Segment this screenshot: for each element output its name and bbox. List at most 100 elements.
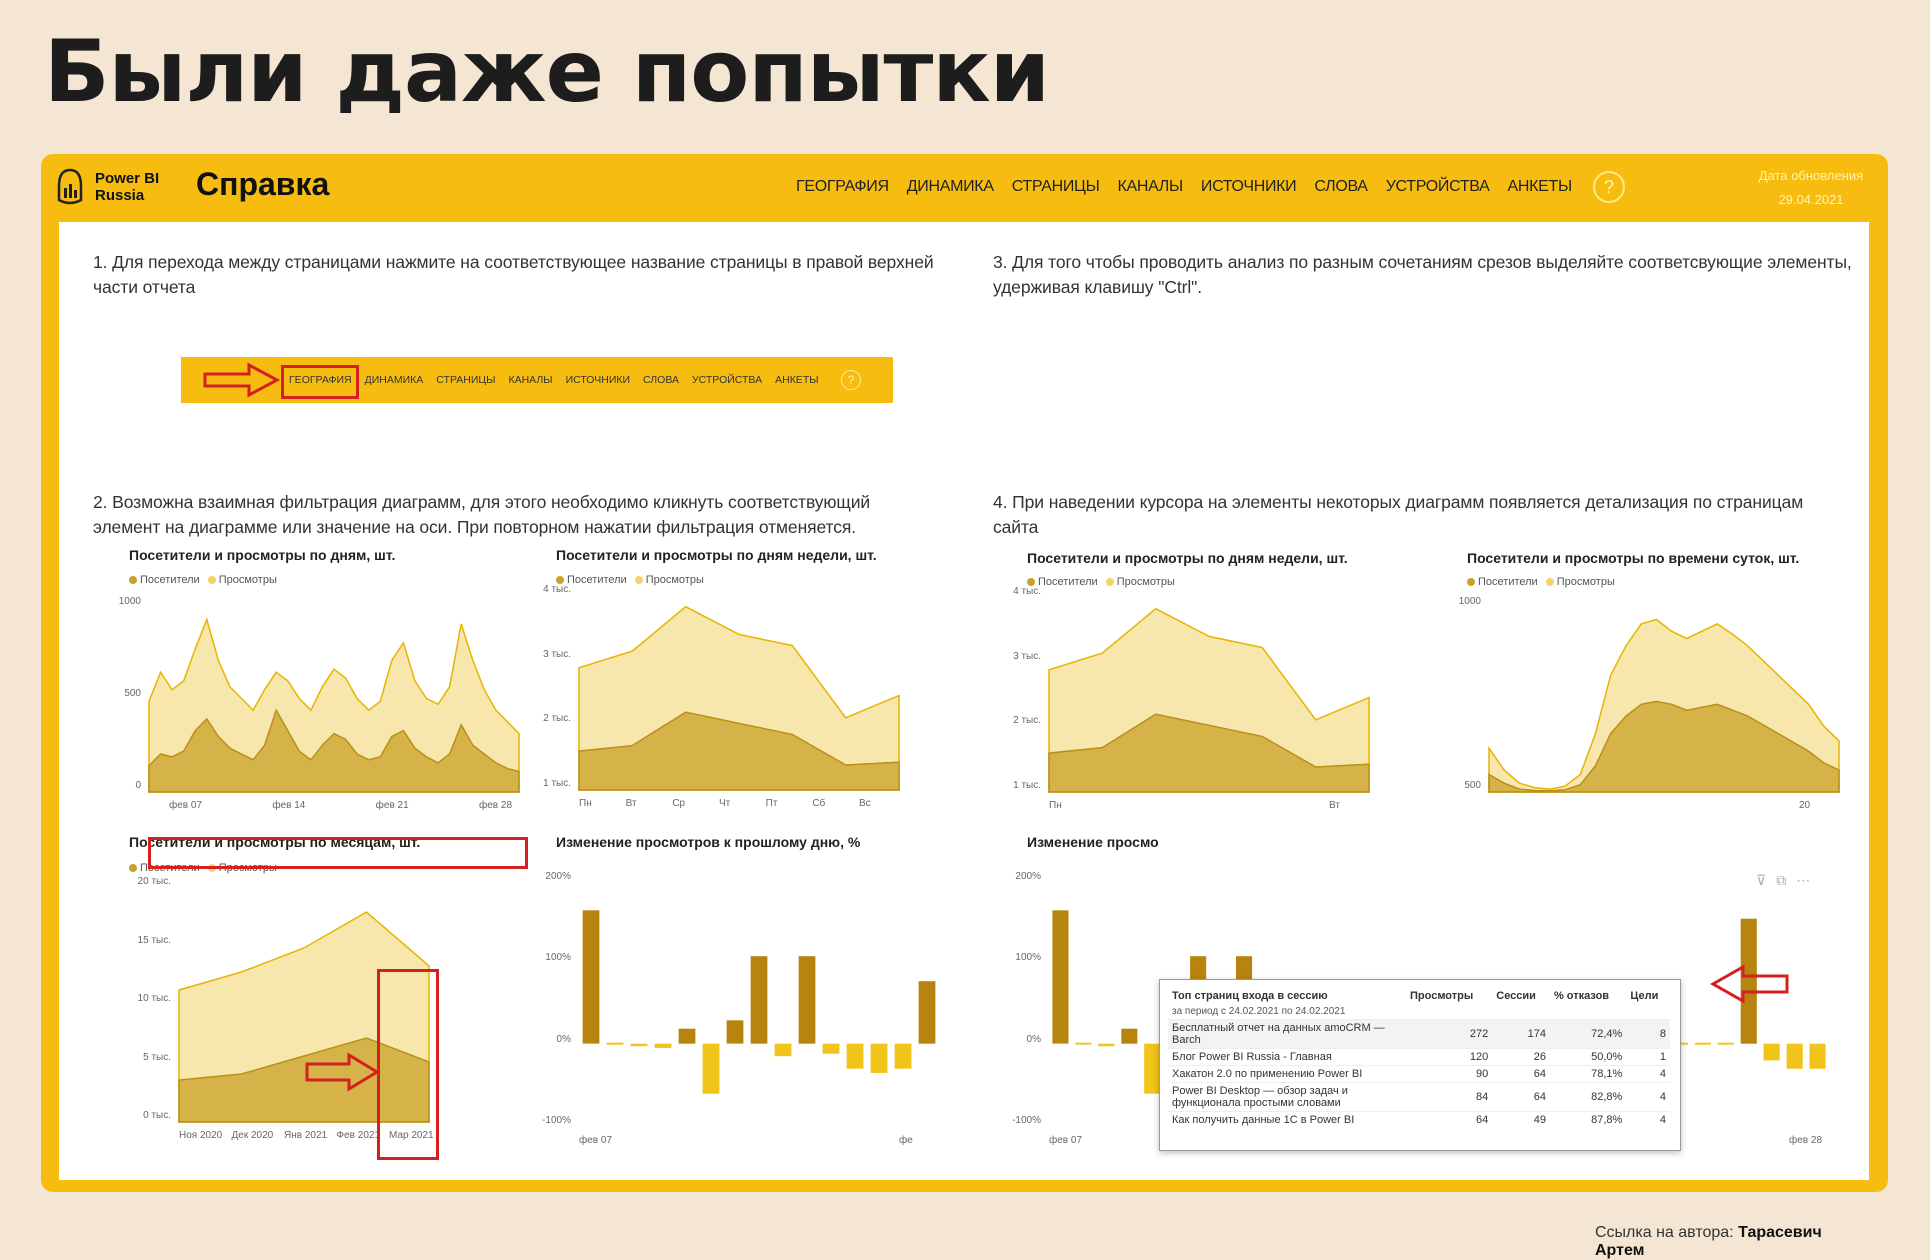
tooltip-page-name: Бесплатный отчет на данных amoCRM — Barc… (1168, 1019, 1406, 1049)
legend-label: Просмотры (1116, 576, 1175, 588)
nav-pages[interactable]: СТРАНИЦЫ (1012, 178, 1100, 196)
x-tick-label: Вт (1329, 800, 1340, 811)
y-tick-label: 2 тыс. (543, 713, 571, 725)
tooltip-value: 174 (1492, 1019, 1550, 1049)
demo-help-icon: ? (841, 370, 861, 390)
chart-title: Посетители и просмотры по времени суток,… (1467, 550, 1800, 566)
logo-text: Power BI Russia (95, 170, 159, 204)
page-tooltip: Топ страниц входа в сессию Просмотры Сес… (1159, 979, 1681, 1151)
x-tick-label: фев 28 (479, 800, 513, 811)
tooltip-value: 87,8% (1549, 1111, 1627, 1128)
x-tick-label: Пт (765, 798, 778, 809)
demo-nav-words: СЛОВА (643, 374, 679, 386)
y-tick-label: 10 тыс. (137, 993, 171, 1004)
x-tick-label: Вс (859, 798, 871, 809)
bar (1809, 1043, 1826, 1069)
tooltip-value: 272 (1406, 1019, 1493, 1049)
chart-3 (582, 910, 936, 1094)
tooltip-row: Как получить данные 1С в Power BI 64 49 87,… (1168, 1111, 1670, 1128)
x-tick-label: фев 07 (1049, 1135, 1083, 1146)
y-tick-label: 4 тыс. (543, 584, 571, 595)
nav-words[interactable]: СЛОВА (1314, 178, 1368, 196)
x-tick-label: фев 07 (169, 800, 203, 811)
legend-visitors[interactable]: Посетители (129, 574, 200, 586)
legend-label: Просмотры (645, 574, 704, 586)
demo-nav-dynamics: ДИНАМИКА (364, 374, 424, 386)
slide-title: Были даже попытки (44, 22, 1050, 122)
legend-views[interactable]: Просмотры (1105, 576, 1175, 588)
tooltip-value: 64 (1406, 1111, 1493, 1128)
bar (1075, 1042, 1092, 1045)
y-tick-label: 200% (545, 871, 571, 882)
x-tick-label: Ср (672, 798, 686, 809)
instruction-4: 4. При наведении курсора на элементы нек… (993, 492, 1804, 537)
x-tick-label: фев 28 (1789, 1135, 1823, 1146)
bar (606, 1042, 624, 1045)
chart-title: Изменение просмотров к прошлому дню, % (556, 834, 861, 850)
legend-views[interactable]: Просмотры (634, 574, 704, 586)
y-tick-label: -100% (542, 1115, 571, 1126)
legend-dot-icon (207, 576, 216, 585)
red-arrow-icon (203, 362, 281, 398)
legend-views[interactable]: Просмотры (207, 574, 277, 586)
logo-line-2: Russia (95, 187, 145, 204)
bar (1763, 1043, 1780, 1061)
bar (846, 1043, 864, 1069)
chart-legend: Посетители Просмотры (1467, 576, 1615, 588)
visual-toolbar[interactable]: ⊽⧉⋯ (1756, 872, 1820, 889)
chart-legend: Посетители Просмотры (1027, 576, 1175, 588)
bar (894, 1043, 912, 1069)
legend-views[interactable]: Просмотры (1545, 576, 1615, 588)
chart-5 (1488, 618, 1840, 793)
report-header: Power BI Russia Справка ГЕОГРАФИЯ ДИНАМИ… (41, 154, 1888, 222)
page-title: Справка (196, 166, 330, 202)
chart-4 (1048, 607, 1370, 793)
legend-dot-icon (129, 576, 137, 585)
nav-surveys[interactable]: АНКЕТЫ (1508, 178, 1573, 196)
tooltip-subtitle: за период с 24.02.2021 по 24.02.2021 (1172, 1006, 1346, 1017)
x-tick-label: фев 07 (579, 1135, 613, 1146)
help-icon[interactable]: ? (1593, 171, 1625, 203)
demo-nav-devices: УСТРОЙСТВА (691, 374, 763, 386)
nav-geography[interactable]: ГЕОГРАФИЯ (796, 178, 889, 196)
page-navigation: ГЕОГРАФИЯ ДИНАМИКА СТРАНИЦЫ КАНАЛЫ ИСТОЧ… (796, 178, 1572, 196)
bar (678, 1028, 696, 1044)
x-tick-label: Янв 2021 (284, 1130, 328, 1141)
nav-dynamics[interactable]: ДИНАМИКА (907, 178, 994, 196)
nav-sources[interactable]: ИСТОЧНИКИ (1201, 178, 1297, 196)
legend-dot-icon (634, 576, 643, 585)
footer-credit: Ссылка на автора: Тарасевич Артем (1595, 1224, 1869, 1260)
x-tick-label: Дек 2020 (231, 1130, 274, 1141)
legend-label: Посетители (567, 574, 627, 586)
instruction-3: 3. Для того чтобы проводить анализ по ра… (993, 252, 1852, 297)
legend-visitors[interactable]: Посетители (1467, 576, 1538, 588)
tooltip-page-name: Как получить данные 1С в Power BI (1168, 1111, 1406, 1128)
tooltip-value: 72,4% (1549, 1019, 1627, 1049)
instruction-2: 2. Возможна взаимная фильтрация диаграмм… (93, 492, 871, 537)
x-tick-label: Пн (579, 798, 592, 809)
y-tick-label: 0% (1026, 1033, 1041, 1045)
tooltip-col-sessions: Сессии (1496, 990, 1536, 1002)
tooltip-row: Блог Power BI Russia - Главная 120 26 50,0%… (1168, 1048, 1670, 1066)
bar (1717, 1042, 1734, 1045)
y-tick-label: 15 тыс. (137, 934, 171, 946)
y-tick-label: 1000 (1458, 596, 1481, 607)
y-tick-label: 500 (124, 688, 141, 699)
y-tick-label: 2 тыс. (1013, 715, 1041, 727)
y-tick-label: 1 тыс. (543, 778, 571, 789)
legend-dot-icon (556, 576, 564, 585)
nav-channels[interactable]: КАНАЛЫ (1117, 178, 1183, 196)
tooltip-row: Бесплатный отчет на данных amoCRM — Barc… (1168, 1019, 1670, 1049)
y-tick-label: 0% (556, 1033, 571, 1045)
legend-label: Посетители (1478, 576, 1538, 588)
nav-devices[interactable]: УСТРОЙСТВА (1386, 178, 1490, 196)
chart-0 (148, 617, 520, 793)
tooltip-value: 49 (1492, 1111, 1550, 1128)
update-info: Дата обновления 29.04.2021 (1741, 164, 1881, 212)
chart-title: Посетители и просмотры по дням, шт. (129, 547, 396, 563)
x-tick-label: Вт (625, 798, 637, 809)
tooltip-page-name: Блог Power BI Russia - Главная (1168, 1048, 1406, 1066)
tooltip-value: 4 (1626, 1111, 1670, 1128)
bar (1694, 1042, 1711, 1045)
chart-title: Посетители и просмотры по дням недели, ш… (1027, 550, 1348, 566)
